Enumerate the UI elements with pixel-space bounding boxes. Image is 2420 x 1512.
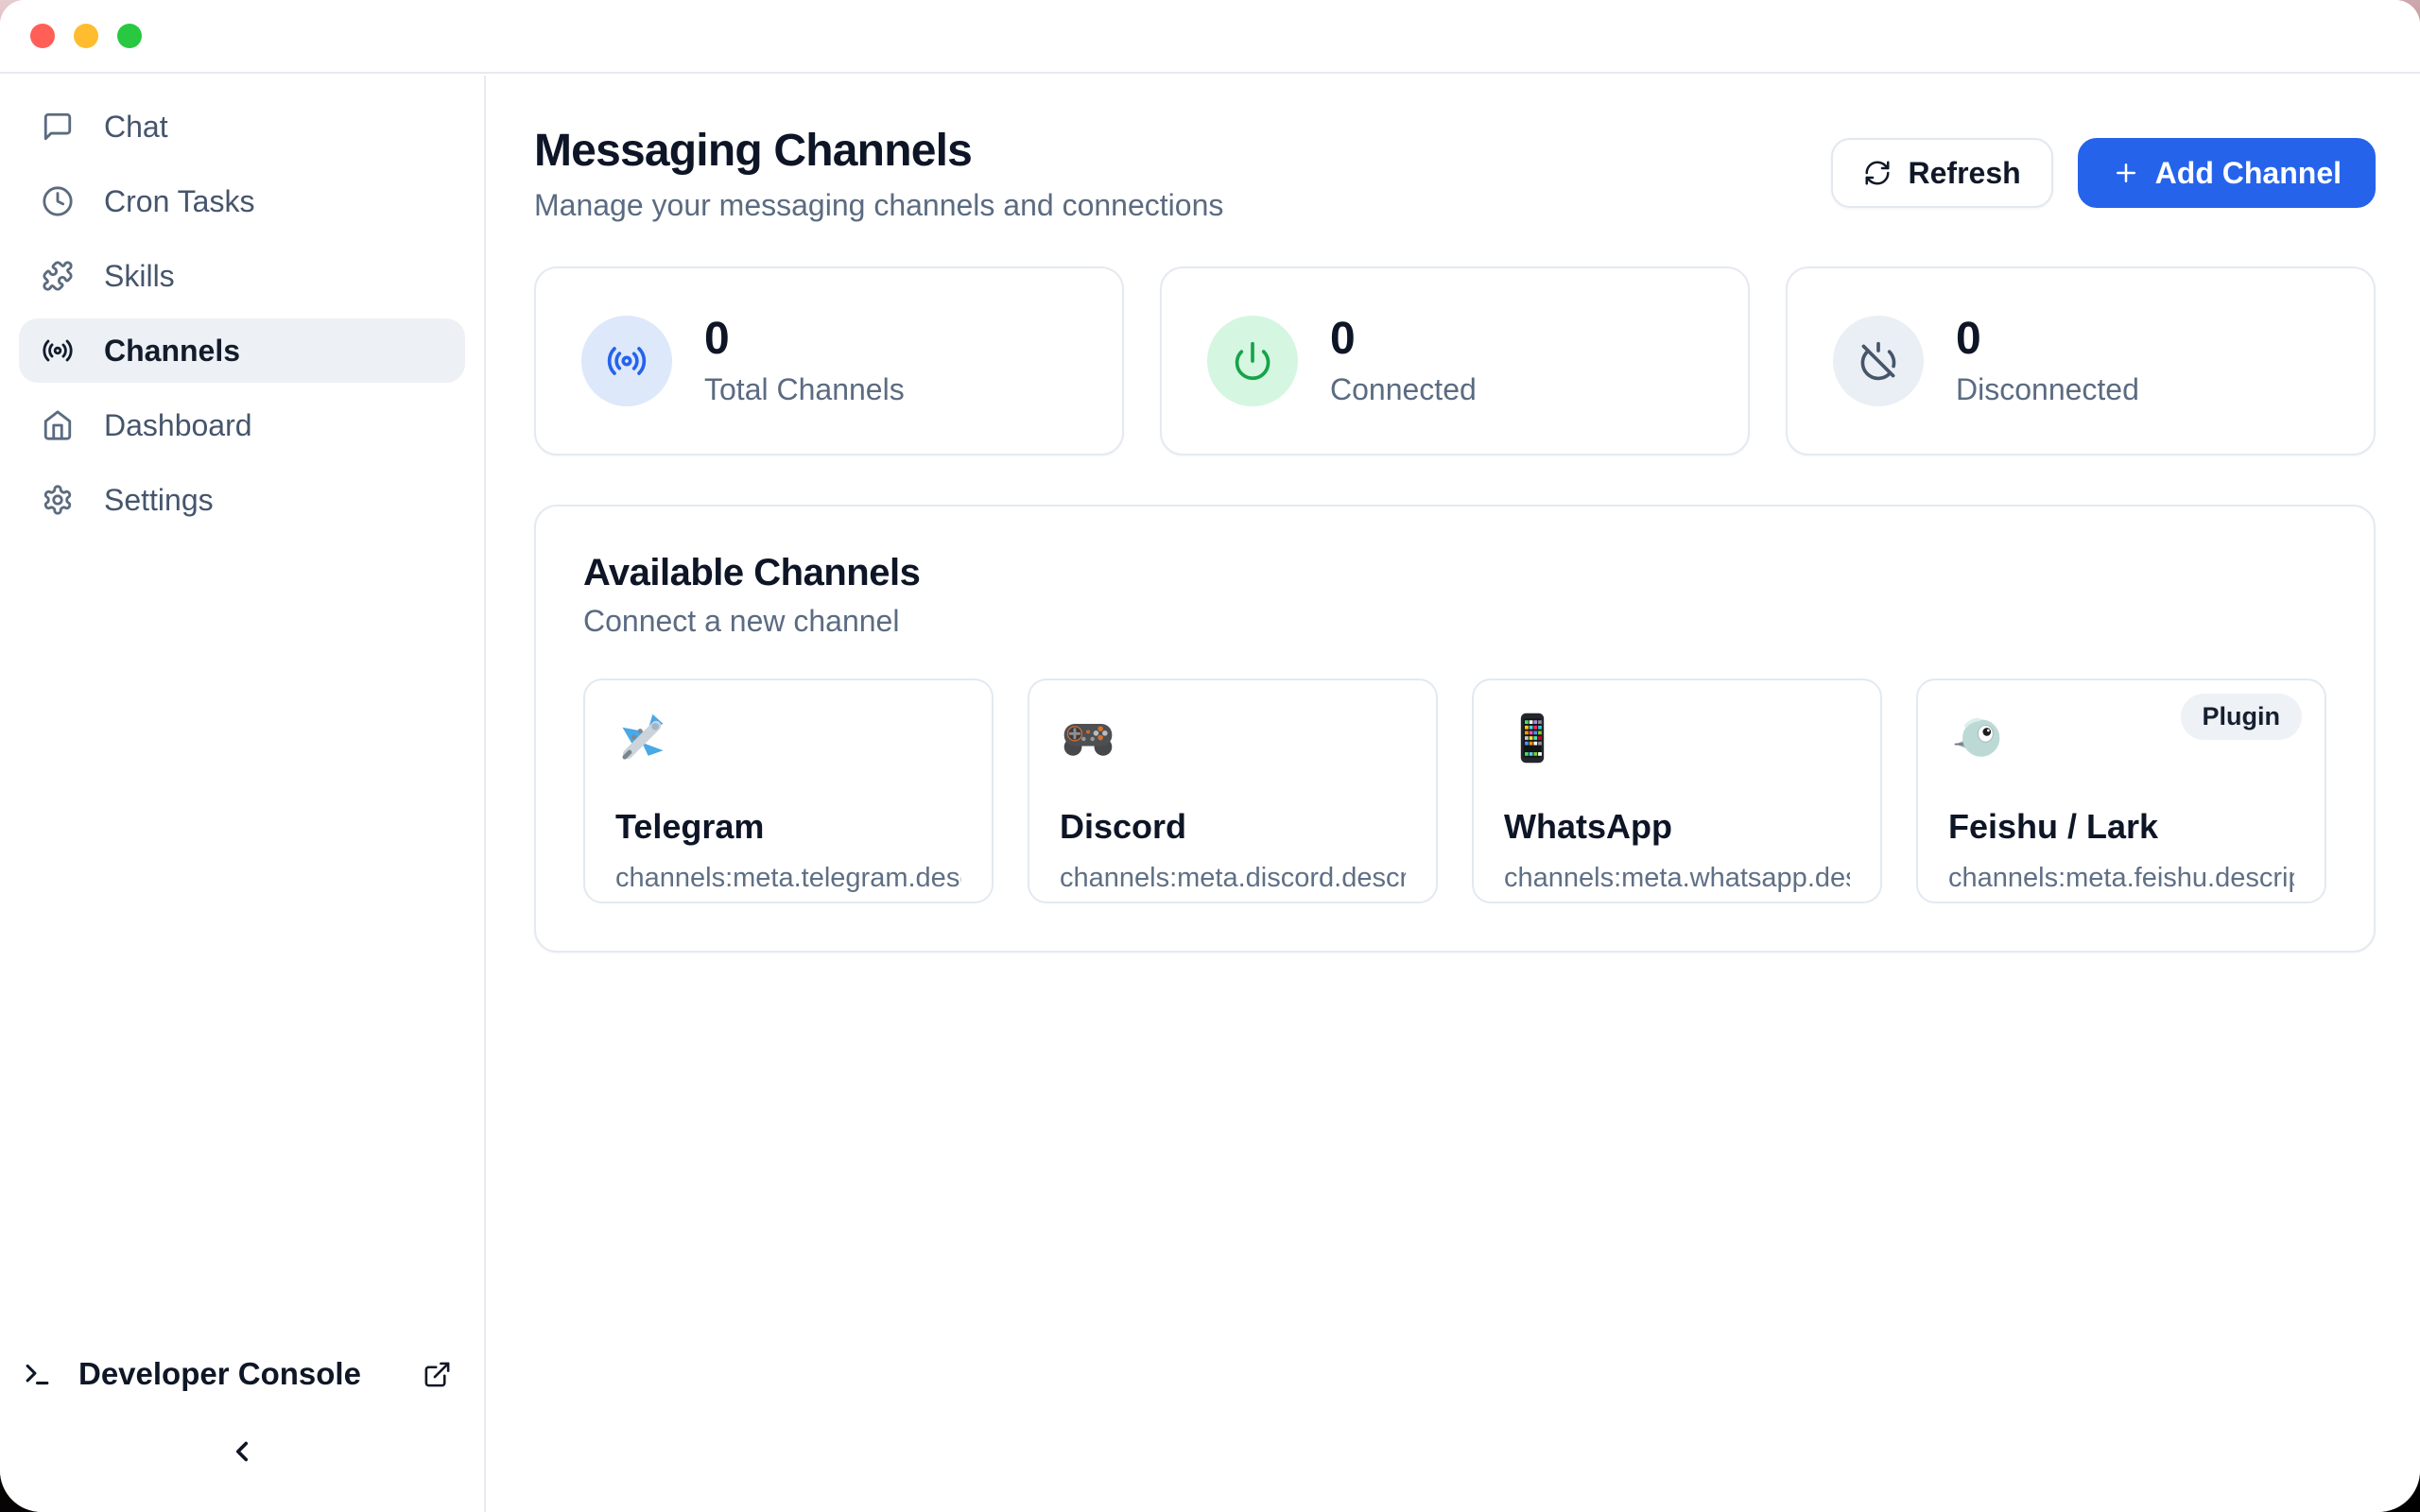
- stat-badge: [1833, 316, 1924, 406]
- channel-grid: Telegram channels:meta.telegram.descript: [583, 679, 2326, 903]
- channel-description: channels:meta.discord.descriptic: [1060, 863, 1406, 894]
- home-icon: [42, 409, 74, 441]
- zoom-button[interactable]: [117, 24, 142, 48]
- available-channels-title: Available Channels: [583, 552, 2326, 594]
- channel-card-whatsapp[interactable]: WhatsApp channels:meta.whatsapp.descrip: [1472, 679, 1882, 903]
- stat-text: 0 Disconnected: [1956, 315, 2139, 407]
- stat-label: Total Channels: [704, 372, 905, 407]
- stat-badge: [1207, 316, 1298, 406]
- stat-card-total-channels: 0 Total Channels: [534, 266, 1124, 455]
- clock-icon: [42, 185, 74, 217]
- channel-description: channels:meta.telegram.descript: [615, 863, 961, 894]
- power-icon: [1232, 340, 1273, 382]
- sidebar-item-cron-tasks[interactable]: Cron Tasks: [19, 169, 465, 233]
- sidebar-item-settings[interactable]: Settings: [19, 468, 465, 532]
- stat-value: 0: [1330, 315, 1477, 365]
- stat-text: 0 Total Channels: [704, 315, 905, 407]
- plugin-badge: Plugin: [2181, 694, 2303, 740]
- sidebar-item-label: Channels: [104, 334, 240, 369]
- stat-value: 0: [704, 315, 905, 365]
- available-channels-section: Available Channels Connect a new channel: [534, 505, 2376, 953]
- channel-name: WhatsApp: [1504, 807, 1850, 847]
- stat-card-disconnected: 0 Disconnected: [1786, 266, 2376, 455]
- channel-name: Feishu / Lark: [1948, 807, 2294, 847]
- sidebar-item-channels[interactable]: Channels: [19, 318, 465, 383]
- plus-icon: [2112, 159, 2140, 187]
- airplane-emoji: [615, 707, 961, 769]
- refresh-icon: [1863, 159, 1892, 187]
- window-controls: [30, 24, 142, 48]
- channel-name: Discord: [1060, 807, 1406, 847]
- mobile-phone-emoji: [1504, 707, 1850, 769]
- stats-row: 0 Total Channels 0 Connected 0: [534, 266, 2376, 455]
- channel-description: channels:meta.whatsapp.descrip: [1504, 863, 1850, 894]
- channel-description: channels:meta.feishu.description: [1948, 863, 2294, 894]
- channel-name: Telegram: [615, 807, 961, 847]
- stat-label: Connected: [1330, 372, 1477, 407]
- page-header-text: Messaging Channels Manage your messaging…: [534, 125, 1223, 223]
- header-actions: Refresh Add Channel: [1831, 138, 2376, 208]
- sidebar-item-skills[interactable]: Skills: [19, 244, 465, 308]
- developer-console-label: Developer Console: [78, 1356, 361, 1392]
- sidebar-item-label: Cron Tasks: [104, 184, 254, 219]
- sidebar-item-label: Skills: [104, 259, 175, 294]
- app-window: Chat Cron Tasks Skills Channels Dashboar…: [0, 0, 2420, 1512]
- radio-icon: [606, 340, 648, 382]
- minimize-button[interactable]: [74, 24, 98, 48]
- sidebar-item-label: Chat: [104, 110, 168, 145]
- channel-card-feishu[interactable]: Plugin Feishu / Lark channe: [1916, 679, 2326, 903]
- stat-card-connected: 0 Connected: [1160, 266, 1750, 455]
- radio-icon: [42, 335, 74, 367]
- stat-badge: [581, 316, 672, 406]
- sidebar-item-label: Dashboard: [104, 408, 252, 443]
- puzzle-icon: [42, 260, 74, 292]
- sidebar: Chat Cron Tasks Skills Channels Dashboar…: [0, 76, 486, 1512]
- page-title: Messaging Channels: [534, 125, 1223, 177]
- sidebar-collapse-button[interactable]: [19, 1414, 465, 1489]
- add-channel-button-label: Add Channel: [2155, 156, 2342, 191]
- stat-value: 0: [1956, 315, 2139, 365]
- external-link-icon: [423, 1360, 452, 1389]
- titlebar: [0, 0, 2420, 74]
- chevron-left-icon: [226, 1435, 258, 1468]
- chat-bubble-icon: [42, 111, 74, 143]
- terminal-icon: [23, 1360, 52, 1389]
- sidebar-footer: Developer Console: [19, 1344, 465, 1489]
- sidebar-item-dashboard[interactable]: Dashboard: [19, 393, 465, 457]
- stat-text: 0 Connected: [1330, 315, 1477, 407]
- add-channel-button[interactable]: Add Channel: [2078, 138, 2376, 208]
- game-controller-emoji: [1060, 707, 1406, 769]
- main-content: Messaging Channels Manage your messaging…: [488, 76, 2420, 1512]
- stat-label: Disconnected: [1956, 372, 2139, 407]
- available-channels-subtitle: Connect a new channel: [583, 604, 2326, 639]
- gear-icon: [42, 484, 74, 516]
- channel-card-discord[interactable]: Discord channels:meta.discord.descriptic: [1028, 679, 1438, 903]
- page-subtitle: Manage your messaging channels and conne…: [534, 188, 1223, 223]
- sidebar-item-label: Settings: [104, 483, 214, 518]
- refresh-button-label: Refresh: [1909, 156, 2021, 191]
- channel-card-telegram[interactable]: Telegram channels:meta.telegram.descript: [583, 679, 994, 903]
- developer-console-link[interactable]: Developer Console: [19, 1344, 465, 1404]
- page-header: Messaging Channels Manage your messaging…: [534, 125, 2376, 223]
- close-button[interactable]: [30, 24, 55, 48]
- sidebar-item-chat[interactable]: Chat: [19, 94, 465, 159]
- refresh-button[interactable]: Refresh: [1831, 138, 2053, 208]
- power-off-icon: [1858, 340, 1899, 382]
